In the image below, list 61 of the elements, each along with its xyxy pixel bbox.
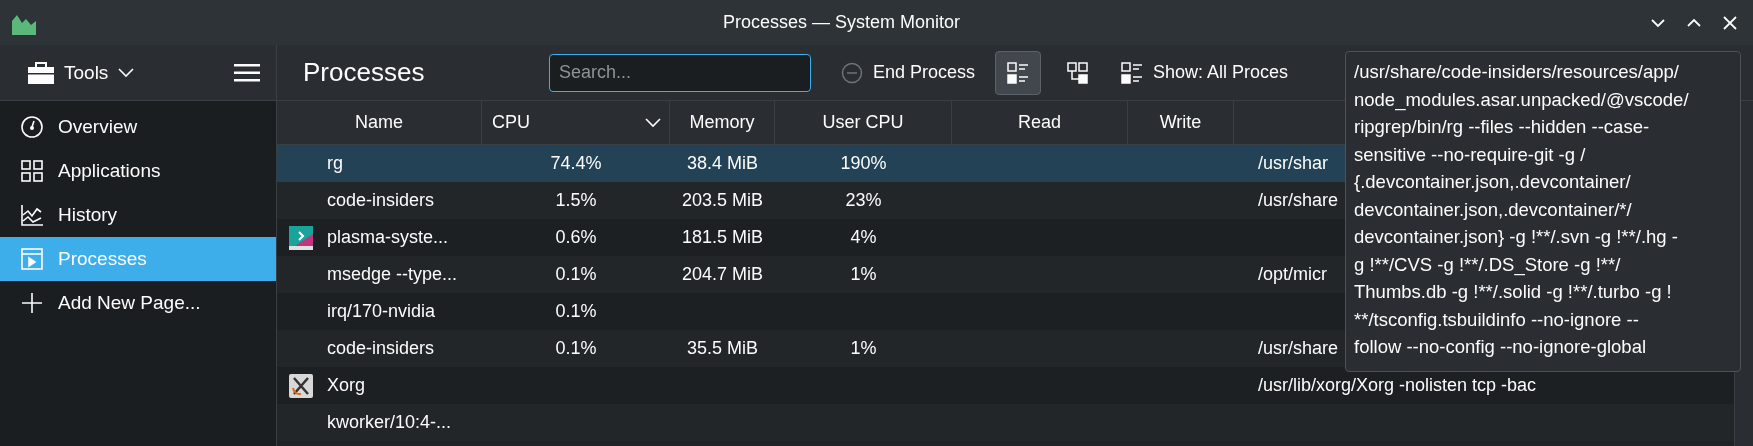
menu-icon[interactable] [234, 62, 260, 83]
table-cell: code-insiders [327, 190, 435, 211]
sort-chevron-icon [645, 117, 661, 128]
table-cell: Xorg [327, 375, 366, 396]
page-title: Processes [303, 57, 426, 88]
show-filter-button[interactable]: Show: All Proces [1115, 60, 1295, 85]
table-cell: msedge --type... [327, 264, 458, 285]
table-cell: 1% [850, 338, 877, 358]
table-cell-text: /usr/share [1257, 338, 1339, 359]
table-cell: 181.5 MiB [681, 227, 763, 247]
search-field[interactable]: Search... [549, 53, 811, 92]
table-cell: 0.1% [555, 264, 597, 284]
gauge-icon [20, 115, 44, 139]
column-header[interactable]: Name [277, 101, 482, 144]
tooltip: /usr/share/code-insiders/resources/app/ node_modules.asar.unpacked/@vscode/ ripgrep/bin/rg --files --hidden --case- sensitive --no-require-git -g / {.devcontainer.json,.devcontainer/ devcontainer.json,.devcontainer/*/ devcontainer.json} -g !**/.svn -g !**/.hg - g !**/CVS -g !**/.DS_Store -g !**/ Thumbs.db -g !**/.solid -g !**/.turbo -g ! **/tsconfig.tsbuildinfo --no-ignore -- follow --no-config --no-ignore-global [1345, 51, 1741, 372]
table-cell: 38.4 MiB [686, 153, 758, 173]
table-cell: 23% [845, 190, 882, 210]
app-icon [289, 225, 313, 250]
plus-icon [20, 291, 44, 315]
table-cell: irq/170-nvidia [327, 301, 436, 322]
sidebar-item[interactable]: History [0, 193, 276, 237]
table-cell-text: /usr/share [1257, 190, 1339, 211]
table-cell-text: /usr/shar [1257, 153, 1329, 174]
table-cell: rg [327, 153, 343, 174]
table-cell: kworker/10:4-... [327, 412, 452, 433]
table-cell: 0.6% [555, 227, 597, 247]
table-cell: 35.5 MiB [686, 338, 758, 358]
toolbox-icon [28, 61, 54, 84]
sidebar-item[interactable]: Applications [0, 149, 276, 193]
column-header[interactable]: CPU [482, 101, 670, 144]
table-cell: 0.1% [555, 338, 597, 358]
minus-circle-icon [841, 61, 863, 84]
table-cell: 0.1% [555, 301, 597, 321]
view-mode-button[interactable] [995, 50, 1042, 95]
table-cell: code-insiders [327, 338, 435, 359]
table-cell: 1.5% [555, 190, 597, 210]
sidebar-item[interactable]: Add New Page... [0, 281, 276, 325]
column-header[interactable]: Memory [670, 101, 775, 144]
tree-view-icon [1067, 61, 1090, 84]
end-process-button[interactable]: End Process [835, 60, 982, 85]
list-view-icon [1121, 61, 1144, 84]
grid-icon [20, 159, 44, 183]
table-cell: 203.5 MiB [681, 190, 763, 210]
column-header[interactable]: User CPU [775, 101, 952, 144]
table-cell: 4% [850, 227, 877, 247]
column-header[interactable]: Write [1128, 101, 1234, 144]
table-cell: 74.4% [550, 153, 602, 173]
window-title: Processes — System Monitor [721, 12, 962, 33]
column-header[interactable]: Read [952, 101, 1128, 144]
table-cell-text: /opt/micr [1257, 264, 1327, 285]
table-cell: 204.7 MiB [681, 264, 763, 284]
chevron-down-icon [118, 67, 135, 78]
table-cell-text: /usr/lib/xorg/Xorg -nolisten tcp -bac [1257, 375, 1537, 396]
table-cell: 190% [840, 153, 887, 173]
list-view-icon [1007, 61, 1030, 84]
table-cell: 1% [850, 264, 877, 284]
x-logo-icon [289, 373, 313, 398]
line-chart-icon [20, 203, 44, 227]
window-icon [20, 247, 44, 271]
table-cell: plasma-syste... [327, 227, 449, 248]
sidebar-item[interactable]: Overview [0, 105, 276, 149]
